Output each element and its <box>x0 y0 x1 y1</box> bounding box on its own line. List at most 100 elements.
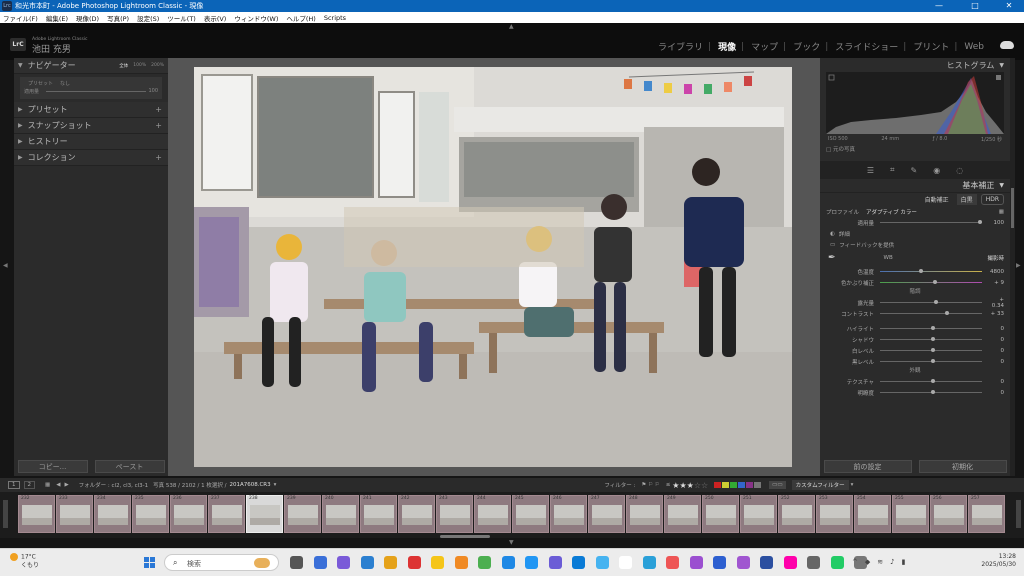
menu-help[interactable]: ヘルプ(H) <box>286 13 315 23</box>
filmstrip-thumbnail[interactable]: 239 <box>284 495 321 533</box>
filmstrip-thumbnail[interactable]: 255 <box>892 495 929 533</box>
color-label-chip[interactable] <box>746 482 754 488</box>
maximize-button[interactable]: □ <box>960 0 990 12</box>
main-photo[interactable] <box>194 67 792 467</box>
wb-picker-icon[interactable]: ✒ <box>828 253 836 263</box>
tone-slider-1-thumb[interactable] <box>945 311 950 315</box>
filmstrip-thumbnail[interactable]: 242 <box>398 495 435 533</box>
add-collection-icon[interactable]: + <box>155 153 162 162</box>
taskbar-app-icon[interactable] <box>783 556 797 569</box>
taskbar-app-icon[interactable] <box>595 556 609 569</box>
filmstrip-thumbnail[interactable]: 248 <box>626 495 663 533</box>
right-panel-toggle-icon[interactable]: ▶ <box>1016 262 1021 269</box>
taskbar-app-icon[interactable] <box>830 556 844 569</box>
grid-icon[interactable]: ▦ <box>45 482 50 488</box>
amount-slider[interactable] <box>46 91 146 92</box>
snapshots-header[interactable]: ▶ スナップショット + <box>14 118 168 134</box>
presence-slider-1-track[interactable] <box>880 390 982 394</box>
start-button[interactable] <box>144 557 155 568</box>
menu-file[interactable]: ファイル(F) <box>3 13 38 23</box>
presets-header[interactable]: ▶ プリセット + <box>14 102 168 118</box>
custom-filter-dropdown[interactable]: カスタムフィルター <box>791 480 849 490</box>
history-header[interactable]: ▶ ヒストリー <box>14 134 168 150</box>
tone2-slider-0-thumb[interactable] <box>931 326 935 330</box>
filmstrip-thumbnail[interactable]: 252 <box>778 495 815 533</box>
menu-window[interactable]: ウィンドウ(W) <box>234 13 278 23</box>
cloud-sync-icon[interactable] <box>1000 41 1014 49</box>
taskbar-app-icon[interactable] <box>501 556 515 569</box>
taskbar-app-icon[interactable] <box>313 556 327 569</box>
taskbar-app-icon[interactable] <box>619 556 632 569</box>
filmstrip-thumbnail[interactable]: 250 <box>702 495 739 533</box>
taskbar-app-icon[interactable] <box>807 556 820 569</box>
battery-icon[interactable]: ▮ <box>902 558 906 566</box>
reset-button[interactable]: 初期化 <box>918 459 1007 473</box>
filmstrip-thumbnail[interactable]: 237 <box>208 495 245 533</box>
dropbox-icon[interactable]: ◆ <box>865 558 870 566</box>
collections-header[interactable]: ▶ コレクション + <box>14 150 168 166</box>
zoom-fit[interactable]: 全体 <box>119 63 128 69</box>
tone-slider-1[interactable]: コントラスト + 33 <box>820 308 1010 319</box>
tone2-slider-0-track[interactable] <box>880 326 982 330</box>
module-library[interactable]: ライブラリ <box>658 40 703 53</box>
taskbar-app-icon[interactable] <box>454 556 468 569</box>
tone2-slider-2-thumb[interactable] <box>931 348 935 352</box>
rating-stars[interactable]: ★★★ <box>672 481 694 490</box>
weather-widget[interactable]: 17°C くもり <box>10 553 39 570</box>
masking-icon[interactable]: ◌ <box>956 166 963 175</box>
filter-dropdown-arrow-icon[interactable]: ▾ <box>851 482 854 488</box>
edit-sliders-icon[interactable]: ☰ <box>867 166 874 175</box>
add-snapshot-icon[interactable]: + <box>155 121 162 130</box>
taskbar-app-icon[interactable] <box>407 556 421 569</box>
monitor-2-button[interactable]: 2 <box>23 481 35 489</box>
module-slideshow[interactable]: スライドショー <box>835 40 898 53</box>
taskbar-app-icon[interactable] <box>666 556 679 569</box>
taskbar-app-icon[interactable] <box>360 556 374 569</box>
taskbar-app-icon[interactable] <box>337 556 350 569</box>
filmstrip-thumbnail[interactable]: 249 <box>664 495 701 533</box>
color-label-chip[interactable] <box>714 482 722 488</box>
filmstrip-thumbnail[interactable]: 247 <box>588 495 625 533</box>
presence-slider-0-track[interactable] <box>880 379 982 383</box>
module-map[interactable]: マップ <box>751 40 778 53</box>
histogram-header[interactable]: ヒストグラム ▼ <box>820 58 1010 72</box>
menu-settings[interactable]: 設定(S) <box>137 13 159 23</box>
filter-lock-icon[interactable]: ▭▭ <box>769 481 786 489</box>
filmstrip-thumbnail[interactable]: 244 <box>474 495 511 533</box>
filmstrip-thumbnail[interactable]: 232 <box>18 495 55 533</box>
taskbar-search[interactable]: ⌕ 検索 <box>164 554 279 571</box>
rating-empty-stars[interactable]: ☆☆ <box>694 481 708 490</box>
feedback-link[interactable]: フィードバックを提供 <box>839 241 894 249</box>
taskbar-app-icon[interactable] <box>572 556 585 569</box>
module-web[interactable]: Web <box>964 42 984 52</box>
navigator-header[interactable]: ▼ ナビゲーター 全体 100% 200% <box>14 58 168 74</box>
color-label-chip[interactable] <box>722 482 730 488</box>
taskbar-app-icon[interactable] <box>290 556 303 569</box>
close-button[interactable]: ✕ <box>994 0 1024 12</box>
navigator-preview[interactable]: プリセット なし 適用量 100 <box>20 77 162 99</box>
presence-slider-1[interactable]: 明瞭度 0 <box>820 387 1010 398</box>
wb-slider-1[interactable]: 色かぶり補正 + 9 <box>820 277 1010 288</box>
color-label-chip[interactable] <box>738 482 746 488</box>
menu-scripts[interactable]: Scripts <box>324 14 346 22</box>
filmstrip-thumbnail[interactable]: 245 <box>512 495 549 533</box>
heal-icon[interactable]: ✎ <box>911 166 918 175</box>
filmstrip-thumbnail[interactable]: 246 <box>550 495 587 533</box>
filmstrip-thumbnail[interactable]: 251 <box>740 495 777 533</box>
filmstrip-thumbnail[interactable]: 243 <box>436 495 473 533</box>
color-label-chip[interactable] <box>730 482 738 488</box>
menu-view[interactable]: 表示(V) <box>204 13 227 23</box>
hdr-button[interactable]: HDR <box>980 194 1004 205</box>
zoom-200[interactable]: 200% <box>151 63 164 69</box>
taskbar-app-icon[interactable] <box>642 556 656 569</box>
chevron-up-icon[interactable]: ^ <box>852 558 858 566</box>
filmstrip-thumbnail[interactable]: 234 <box>94 495 131 533</box>
taskbar-app-icon[interactable] <box>736 556 750 569</box>
taskbar-app-icon[interactable] <box>384 556 397 569</box>
top-panel-toggle-icon[interactable]: ▲ <box>509 23 514 30</box>
module-book[interactable]: ブック <box>793 40 820 53</box>
filmstrip-thumbnail[interactable]: 241 <box>360 495 397 533</box>
add-preset-icon[interactable]: + <box>155 105 162 114</box>
filmstrip-thumbnail[interactable]: 235 <box>132 495 169 533</box>
monitor-1-button[interactable]: 1 <box>8 481 20 489</box>
